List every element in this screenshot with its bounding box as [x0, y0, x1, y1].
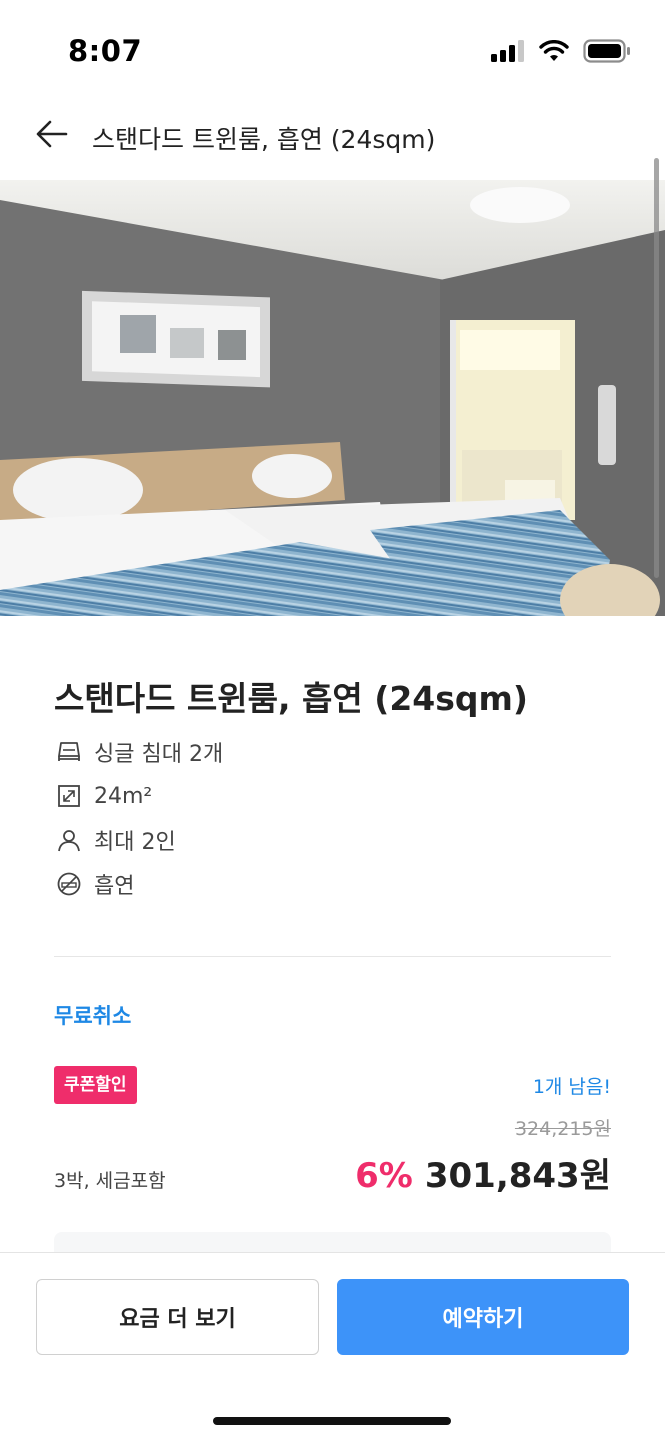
- room-size-icon: [54, 781, 84, 811]
- rooms-left-label: 1개 남음!: [532, 1076, 611, 1098]
- final-price: 301,843원: [424, 1156, 611, 1196]
- header-title: 스탠다드 트윈룸, 흡연 (24sqm): [92, 125, 436, 154]
- status-bar: 8:07: [0, 0, 665, 100]
- status-icons: [491, 38, 631, 68]
- feature-capacity: 최대 2인: [54, 824, 176, 856]
- cellular-signal-icon: [491, 40, 525, 66]
- battery-icon: [583, 39, 631, 67]
- person-icon: [54, 825, 84, 855]
- stay-info: 3박, 세금포함: [54, 1170, 166, 1192]
- smoking-icon: [54, 869, 84, 899]
- free-cancel-label: 무료취소: [54, 1004, 132, 1028]
- feature-label-smoking: 흡연: [94, 874, 135, 899]
- original-price: 324,215원: [514, 1118, 611, 1140]
- feature-label-size: 24m²: [94, 783, 153, 809]
- coupon-discount-badge: 쿠폰할인: [54, 1066, 137, 1104]
- section-divider: [54, 956, 611, 957]
- status-time: 8:07: [68, 34, 143, 68]
- room-detail-screen: 8:07 스탠다드 트윈룸, 흡연 (24sqm) 스탠다드 트윈룸, 흡연 (…: [0, 0, 665, 1440]
- feature-label-bed: 싱글 침대 2개: [94, 742, 224, 767]
- arrow-left-icon: [34, 116, 70, 156]
- feature-size: 24m²: [54, 780, 152, 812]
- wifi-icon: [539, 40, 569, 66]
- feature-bed: 싱글 침대 2개: [54, 736, 223, 768]
- room-photo[interactable]: [0, 180, 665, 616]
- price-row: 6% 301,843원: [355, 1148, 611, 1197]
- book-button[interactable]: 예약하기: [337, 1279, 629, 1355]
- home-indicator[interactable]: [213, 1417, 451, 1425]
- back-button[interactable]: [30, 114, 74, 158]
- feature-smoking: 흡연: [54, 868, 134, 900]
- more-rates-button[interactable]: 요금 더 보기: [36, 1279, 319, 1355]
- top-navigation-bar: 스탠다드 트윈룸, 흡연 (24sqm): [0, 100, 665, 180]
- bed-icon: [54, 737, 84, 767]
- bottom-action-bar: 요금 더 보기 예약하기: [0, 1252, 665, 1440]
- discount-rate: 6%: [355, 1156, 413, 1196]
- scroll-indicator[interactable]: [654, 158, 659, 578]
- room-title: 스탠다드 트윈룸, 흡연 (24sqm): [54, 679, 528, 718]
- feature-label-capacity: 최대 2인: [94, 830, 176, 855]
